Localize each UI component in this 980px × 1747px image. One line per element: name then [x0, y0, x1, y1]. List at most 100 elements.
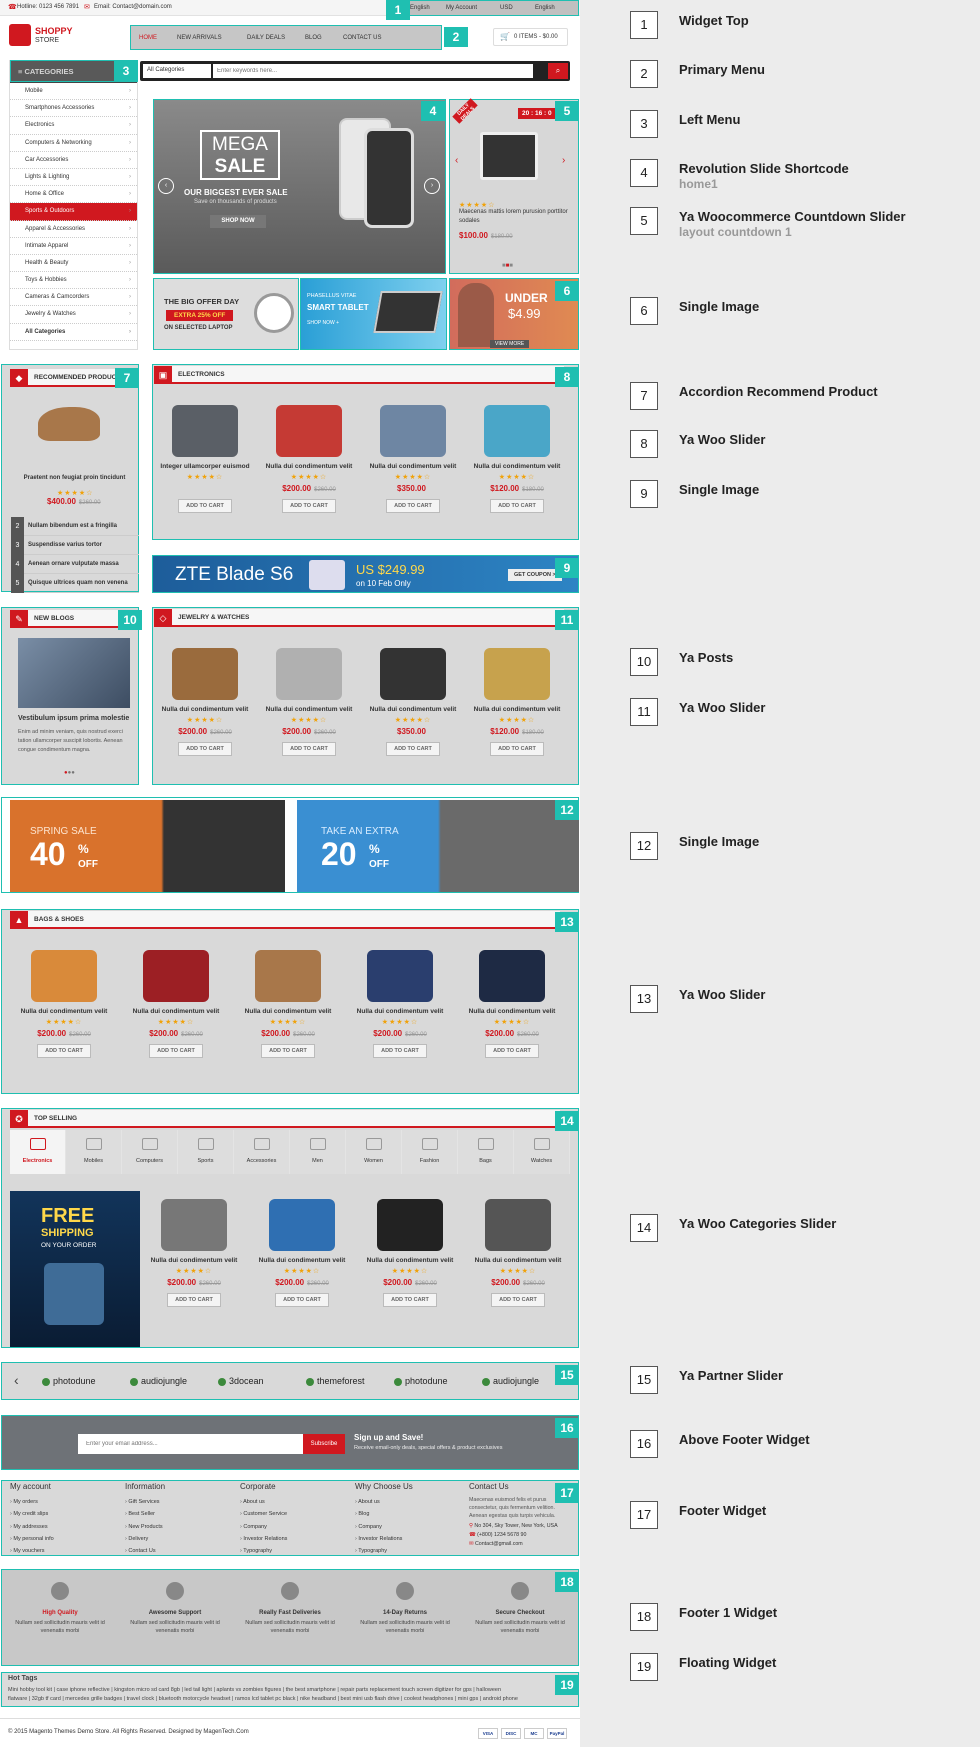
- recommended-list-item[interactable]: 3 Suspendisse varius tortor: [11, 536, 139, 555]
- footer-link[interactable]: › Investor Relations: [240, 1533, 350, 1545]
- footer-link[interactable]: › My vouchers: [10, 1545, 120, 1557]
- partner-logo[interactable]: audiojungle: [130, 1376, 187, 1386]
- partner-logo[interactable]: photodune: [42, 1376, 96, 1386]
- search-category[interactable]: All Categories: [143, 64, 211, 78]
- add-to-cart-button[interactable]: ADD TO CART: [485, 1044, 539, 1058]
- product-image[interactable]: [484, 405, 550, 457]
- top-selling-tab[interactable]: Computers: [122, 1130, 178, 1174]
- top-selling-tab[interactable]: Accessories: [234, 1130, 290, 1174]
- product-card[interactable]: Nulla dui condimentum velit ★★★★☆ $120.00 $…: [467, 405, 567, 513]
- product-image[interactable]: [276, 648, 342, 700]
- language-left[interactable]: English: [410, 5, 430, 11]
- newsletter-email-input[interactable]: [78, 1434, 303, 1454]
- footer-link[interactable]: › My credit slips: [10, 1508, 120, 1520]
- product-image[interactable]: [255, 950, 321, 1002]
- add-to-cart-button[interactable]: ADD TO CART: [386, 499, 440, 513]
- search-input[interactable]: [213, 64, 533, 78]
- hero-slider[interactable]: MEGA SALE OUR BIGGEST EVER SALE Save on …: [153, 99, 446, 274]
- category-item[interactable]: Toys & Hobbies: [10, 272, 137, 289]
- product-image[interactable]: [31, 950, 97, 1002]
- product-name[interactable]: Nulla dui condimentum velit: [234, 1008, 342, 1015]
- add-to-cart-button[interactable]: ADD TO CART: [178, 499, 232, 513]
- product-name[interactable]: Nulla dui condimentum velit: [358, 1257, 462, 1264]
- add-to-cart-button[interactable]: ADD TO CART: [282, 499, 336, 513]
- subscribe-button[interactable]: Subscribe: [303, 1434, 345, 1454]
- recommended-list-item[interactable]: 2 Nullam bibendum est a fringilla: [11, 517, 139, 536]
- countdown-prev-icon[interactable]: ‹: [455, 155, 458, 166]
- slider-next-icon[interactable]: ›: [424, 178, 440, 194]
- nav-home[interactable]: HOME: [139, 35, 157, 41]
- product-image[interactable]: [276, 405, 342, 457]
- product-name[interactable]: Nulla dui condimentum velit: [250, 1257, 354, 1264]
- category-item[interactable]: Computers & Networking: [10, 135, 137, 152]
- product-name[interactable]: Nulla dui condimentum velit: [467, 706, 567, 713]
- search-button[interactable]: ⌕: [548, 63, 568, 79]
- product-card[interactable]: Nulla dui condimentum velit ★★★★☆ $200.00 $…: [346, 950, 454, 1058]
- footer-link[interactable]: › Company: [355, 1521, 465, 1533]
- zte-banner[interactable]: ZTE Blade S6 US $249.99 on 10 Feb Only G…: [152, 555, 579, 593]
- footer-link[interactable]: › My personal info: [10, 1533, 120, 1545]
- footer-link[interactable]: › Company: [240, 1521, 350, 1533]
- product-card[interactable]: Nulla dui condimentum velit ★★★★☆ $120.00 $…: [467, 648, 567, 756]
- category-item[interactable]: Home & Office: [10, 186, 137, 204]
- product-image[interactable]: [172, 405, 238, 457]
- language-select[interactable]: English: [535, 5, 555, 11]
- category-item[interactable]: Mobile: [10, 83, 137, 100]
- category-item[interactable]: Sports & Outdoors: [10, 203, 137, 221]
- footer-link[interactable]: › Gift Services: [125, 1496, 235, 1508]
- product-name[interactable]: Nulla dui condimentum velit: [458, 1008, 566, 1015]
- add-to-cart-button[interactable]: ADD TO CART: [178, 742, 232, 756]
- product-name[interactable]: Nulla dui condimentum velit: [155, 706, 255, 713]
- category-item[interactable]: Jewelry & Watches: [10, 306, 137, 324]
- product-card[interactable]: Nulla dui condimentum velit ★★★★☆ $200.00 $…: [458, 950, 566, 1058]
- product-image[interactable]: [485, 1199, 551, 1251]
- add-to-cart-button[interactable]: ADD TO CART: [490, 742, 544, 756]
- footer-link[interactable]: › Typography: [240, 1545, 350, 1557]
- add-to-cart-button[interactable]: ADD TO CART: [167, 1293, 221, 1307]
- product-name[interactable]: Nulla dui condimentum velit: [142, 1257, 246, 1264]
- nav-blog[interactable]: BLOG: [305, 35, 322, 41]
- footer-email[interactable]: ✉ Contact@gmail.com: [469, 1540, 569, 1549]
- product-card[interactable]: Integer ullamcorper euismod ★★★★☆ ADD TO C…: [155, 405, 255, 513]
- add-to-cart-button[interactable]: ADD TO CART: [261, 1044, 315, 1058]
- category-item[interactable]: Smartphones Accessories: [10, 100, 137, 118]
- blog-dots[interactable]: ●●●: [64, 770, 75, 776]
- product-card[interactable]: Nulla dui condimentum velit ★★★★☆ $200.00 $…: [259, 405, 359, 513]
- product-image[interactable]: [172, 648, 238, 700]
- top-selling-tab[interactable]: Women: [346, 1130, 402, 1174]
- product-name[interactable]: Nulla dui condimentum velit: [363, 463, 463, 470]
- product-name[interactable]: Nulla dui condimentum velit: [122, 1008, 230, 1015]
- product-name[interactable]: Nulla dui condimentum velit: [259, 463, 359, 470]
- top-selling-tab[interactable]: Watches: [514, 1130, 570, 1174]
- slider-prev-icon[interactable]: ‹: [158, 178, 174, 194]
- product-image[interactable]: [143, 950, 209, 1002]
- add-to-cart-button[interactable]: ADD TO CART: [149, 1044, 203, 1058]
- extra-sale-banner[interactable]: TAKE AN EXTRA 20 % OFF: [297, 800, 579, 892]
- top-selling-tab[interactable]: Bags: [458, 1130, 514, 1174]
- product-card[interactable]: Nulla dui condimentum velit ★★★★☆ $200.00 $…: [142, 1199, 246, 1307]
- top-selling-tab[interactable]: Mobiles: [66, 1130, 122, 1174]
- add-to-cart-button[interactable]: ADD TO CART: [383, 1293, 437, 1307]
- hero-shop-button[interactable]: SHOP NOW: [210, 215, 266, 228]
- footer-link[interactable]: › Best Seller: [125, 1508, 235, 1520]
- product-card[interactable]: Nulla dui condimentum velit ★★★★☆ $200.00 $…: [358, 1199, 462, 1307]
- category-item[interactable]: Lights & Lighting: [10, 169, 137, 186]
- product-name[interactable]: Nulla dui condimentum velit: [363, 706, 463, 713]
- product-image[interactable]: [380, 648, 446, 700]
- product-name[interactable]: Nulla dui condimentum velit: [466, 1257, 570, 1264]
- product-card[interactable]: Nulla dui condimentum velit ★★★★☆ $200.00 $…: [234, 950, 342, 1058]
- product-image[interactable]: [269, 1199, 335, 1251]
- add-to-cart-button[interactable]: ADD TO CART: [386, 742, 440, 756]
- category-item[interactable]: Electronics: [10, 117, 137, 135]
- logo[interactable]: SHOPPY STORE: [9, 22, 79, 48]
- add-to-cart-button[interactable]: ADD TO CART: [491, 1293, 545, 1307]
- category-item[interactable]: Car Accessories: [10, 152, 137, 169]
- nav-new-arrivals[interactable]: NEW ARRIVALS: [177, 35, 222, 41]
- add-to-cart-button[interactable]: ADD TO CART: [373, 1044, 427, 1058]
- footer-link[interactable]: › Blog: [355, 1508, 465, 1520]
- footer-link[interactable]: › Contact Us: [125, 1545, 235, 1557]
- product-image[interactable]: [479, 950, 545, 1002]
- product-image[interactable]: [367, 950, 433, 1002]
- countdown-dots[interactable]: ■■■: [502, 263, 513, 269]
- footer-link[interactable]: › Typography: [355, 1545, 465, 1557]
